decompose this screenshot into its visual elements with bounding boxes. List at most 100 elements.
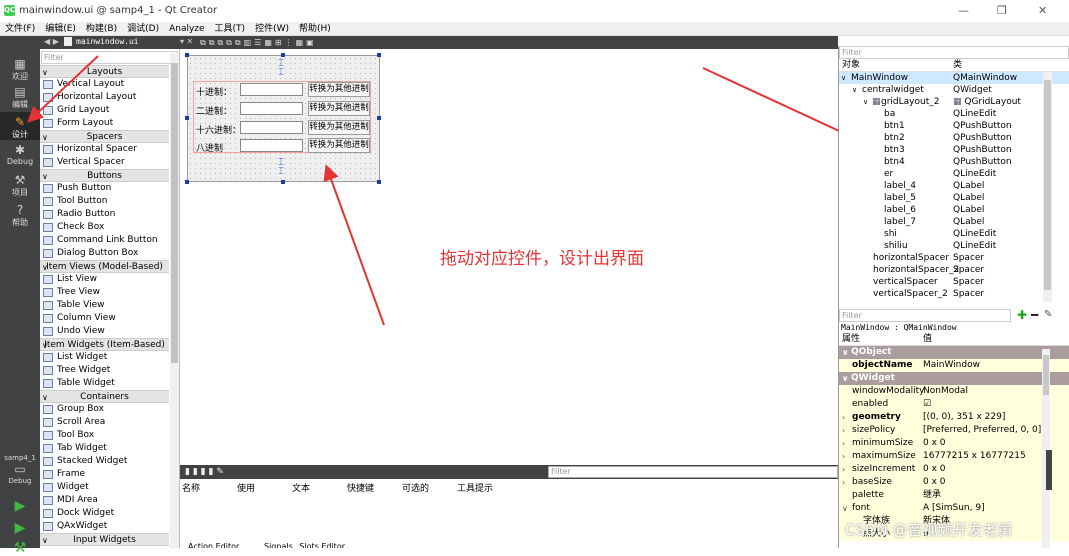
resize-handle[interactable] [377,116,381,120]
widget-form-layout[interactable]: Form Layout [40,117,169,130]
property-row[interactable]: enabled ☑ [839,398,1069,411]
expand-arrow-icon[interactable]: ∨ [863,96,868,108]
widget-tab-widget[interactable]: Tab Widget [40,442,169,455]
menu-item[interactable]: 构建(B) [81,22,122,36]
collapse-arrow-icon[interactable]: ∨ [842,502,848,515]
widget-tree-view[interactable]: Tree View [40,286,169,299]
object-tree-row[interactable]: label_5 QLabel [839,192,1069,204]
mode-mode5[interactable]: ? 帮助 [0,200,40,228]
widget-qaxwidget[interactable]: QAxWidget [40,520,169,533]
widget-tool-button[interactable]: Tool Button [40,195,169,208]
widget-table-view[interactable]: Table View [40,299,169,312]
form-line-edit[interactable] [240,121,303,134]
expand-arrow-icon[interactable]: › [842,476,845,489]
property-value[interactable]: ☑ [923,398,931,411]
menu-item[interactable]: 工具(T) [210,22,251,36]
designer-tool-icon[interactable]: ▣ [306,38,314,47]
nav-arrows-icon[interactable]: ◀ ▶ [44,37,59,46]
menu-item[interactable]: 调试(D) [122,22,164,36]
widget-dialog-button-box[interactable]: Dialog Button Box [40,247,169,260]
object-tree-row[interactable]: label_7 QLabel [839,216,1069,228]
resize-handle[interactable] [281,180,285,184]
widget-category-input-widgets[interactable]: Input Widgets [40,533,169,547]
widget-group-box[interactable]: Group Box [40,403,169,416]
menu-item[interactable]: Analyze [164,22,209,36]
run-icon[interactable]: ▶ [0,498,40,514]
form-line-edit[interactable] [240,102,303,115]
tab-dropdown-icon[interactable]: ▾ ✕ [180,37,193,46]
menu-item[interactable]: 编辑(E) [40,22,81,36]
expand-arrow-icon[interactable]: ∨ [852,84,857,96]
property-row[interactable]: palette 继承 [839,489,1069,502]
object-tree-row[interactable]: ∨ centralwidget QWidget [839,84,1069,96]
form-line-edit[interactable] [240,139,303,152]
object-tree-row[interactable]: shi QLineEdit [839,228,1069,240]
widget-undo-view[interactable]: Undo View [40,325,169,338]
designer-tool-icon[interactable]: ☰ [254,38,261,47]
resize-handle[interactable] [185,53,189,57]
action-tools-icon[interactable]: ▮ ▮ ▮ ▮ ✎ [185,467,224,477]
widget-radio-button[interactable]: Radio Button [40,208,169,221]
designer-tool-icon[interactable]: ⧉ [200,38,206,47]
convert-button[interactable]: 转换为其他进制 [308,82,370,97]
designer-tool-icon[interactable]: ▦ [296,38,304,47]
object-tree-row[interactable]: label_6 QLabel [839,204,1069,216]
property-value[interactable]: A [SimSun, 9] [923,502,985,515]
widget-list-view[interactable]: List View [40,273,169,286]
convert-button[interactable]: 转换为其他进制 [308,138,370,153]
property-row[interactable]: › sizeIncrement 0 x 0 [839,463,1069,476]
designer-tool-icon[interactable]: ⧉ [209,38,215,47]
designer-tool-icon[interactable]: ⧉ [217,38,223,47]
widget-category-item-views-model-based[interactable]: Item Views (Model-Based) [40,260,169,274]
convert-button[interactable]: 转换为其他进制 [308,101,370,116]
widget-filter-input[interactable]: Filter [41,51,178,64]
widget-list-widget[interactable]: List Widget [40,351,169,364]
object-filter-input[interactable]: Filter [839,46,1069,59]
object-tree-row[interactable]: horizontalSpacer_2 Spacer [839,264,1069,276]
menu-item[interactable]: 帮助(H) [294,22,336,36]
property-row[interactable]: objectName MainWindow [839,359,1069,372]
debug-run-icon[interactable]: ▶ [0,520,40,536]
collapse-arrow-icon[interactable]: ∨ [842,346,849,359]
widget-box-scrollbar[interactable] [170,53,179,548]
editor-tab-filename[interactable]: mainwindow.ui [76,37,139,46]
mode-mode1[interactable]: ▤ 编辑 [0,82,40,110]
object-tree-row[interactable]: btn4 QPushButton [839,156,1069,168]
property-scrollbar[interactable] [1042,349,1050,548]
object-tree-row[interactable]: btn2 QPushButton [839,132,1069,144]
object-tree-row[interactable]: ba QLineEdit [839,108,1069,120]
mode-mode0[interactable]: ▦ 欢迎 [0,54,40,82]
property-value[interactable]: MainWindow [923,359,980,372]
widget-category-layouts[interactable]: Layouts [40,65,169,79]
mode-mode4[interactable]: ⚒ 项目 [0,170,40,198]
property-filter-input[interactable]: Filter [839,309,1011,322]
resize-handle[interactable] [377,53,381,57]
designer-tool-icon[interactable]: ⧉ [226,38,232,47]
widget-tool-box[interactable]: Tool Box [40,429,169,442]
maximize-icon[interactable]: ❐ [997,4,1007,17]
resize-handle[interactable] [185,116,189,120]
widget-widget[interactable]: Widget [40,481,169,494]
property-value[interactable]: 0 x 0 [923,437,946,450]
expand-arrow-icon[interactable]: › [842,424,845,437]
widget-category-item-widgets-item-based[interactable]: Item Widgets (Item-Based) [40,338,169,352]
property-value[interactable]: 0 x 0 [923,463,946,476]
resize-handle[interactable] [281,53,285,57]
widget-horizontal-spacer[interactable]: Horizontal Spacer [40,143,169,156]
property-value[interactable]: 16777215 x 16777215 [923,450,1026,463]
widget-category-containers[interactable]: Containers [40,390,169,404]
bottom-tab[interactable]: Signals _Slots Editor [264,542,345,548]
property-row[interactable]: › minimumSize 0 x 0 [839,437,1069,450]
property-value[interactable]: [(0, 0), 351 x 229] [923,411,1005,424]
property-value[interactable]: NonModal [923,385,968,398]
widget-mdi-area[interactable]: MDI Area [40,494,169,507]
widget-frame[interactable]: Frame [40,468,169,481]
property-row[interactable]: › geometry [(0, 0), 351 x 229] [839,411,1069,424]
widget-category-buttons[interactable]: Buttons [40,169,169,183]
mode-mode2[interactable]: ✎ 设计 [0,112,40,140]
object-tree-row[interactable]: btn3 QPushButton [839,144,1069,156]
expand-arrow-icon[interactable]: › [842,411,845,424]
widget-vertical-spacer[interactable]: Vertical Spacer [40,156,169,169]
object-tree-row[interactable]: horizontalSpacer Spacer [839,252,1069,264]
property-row[interactable]: › baseSize 0 x 0 [839,476,1069,489]
